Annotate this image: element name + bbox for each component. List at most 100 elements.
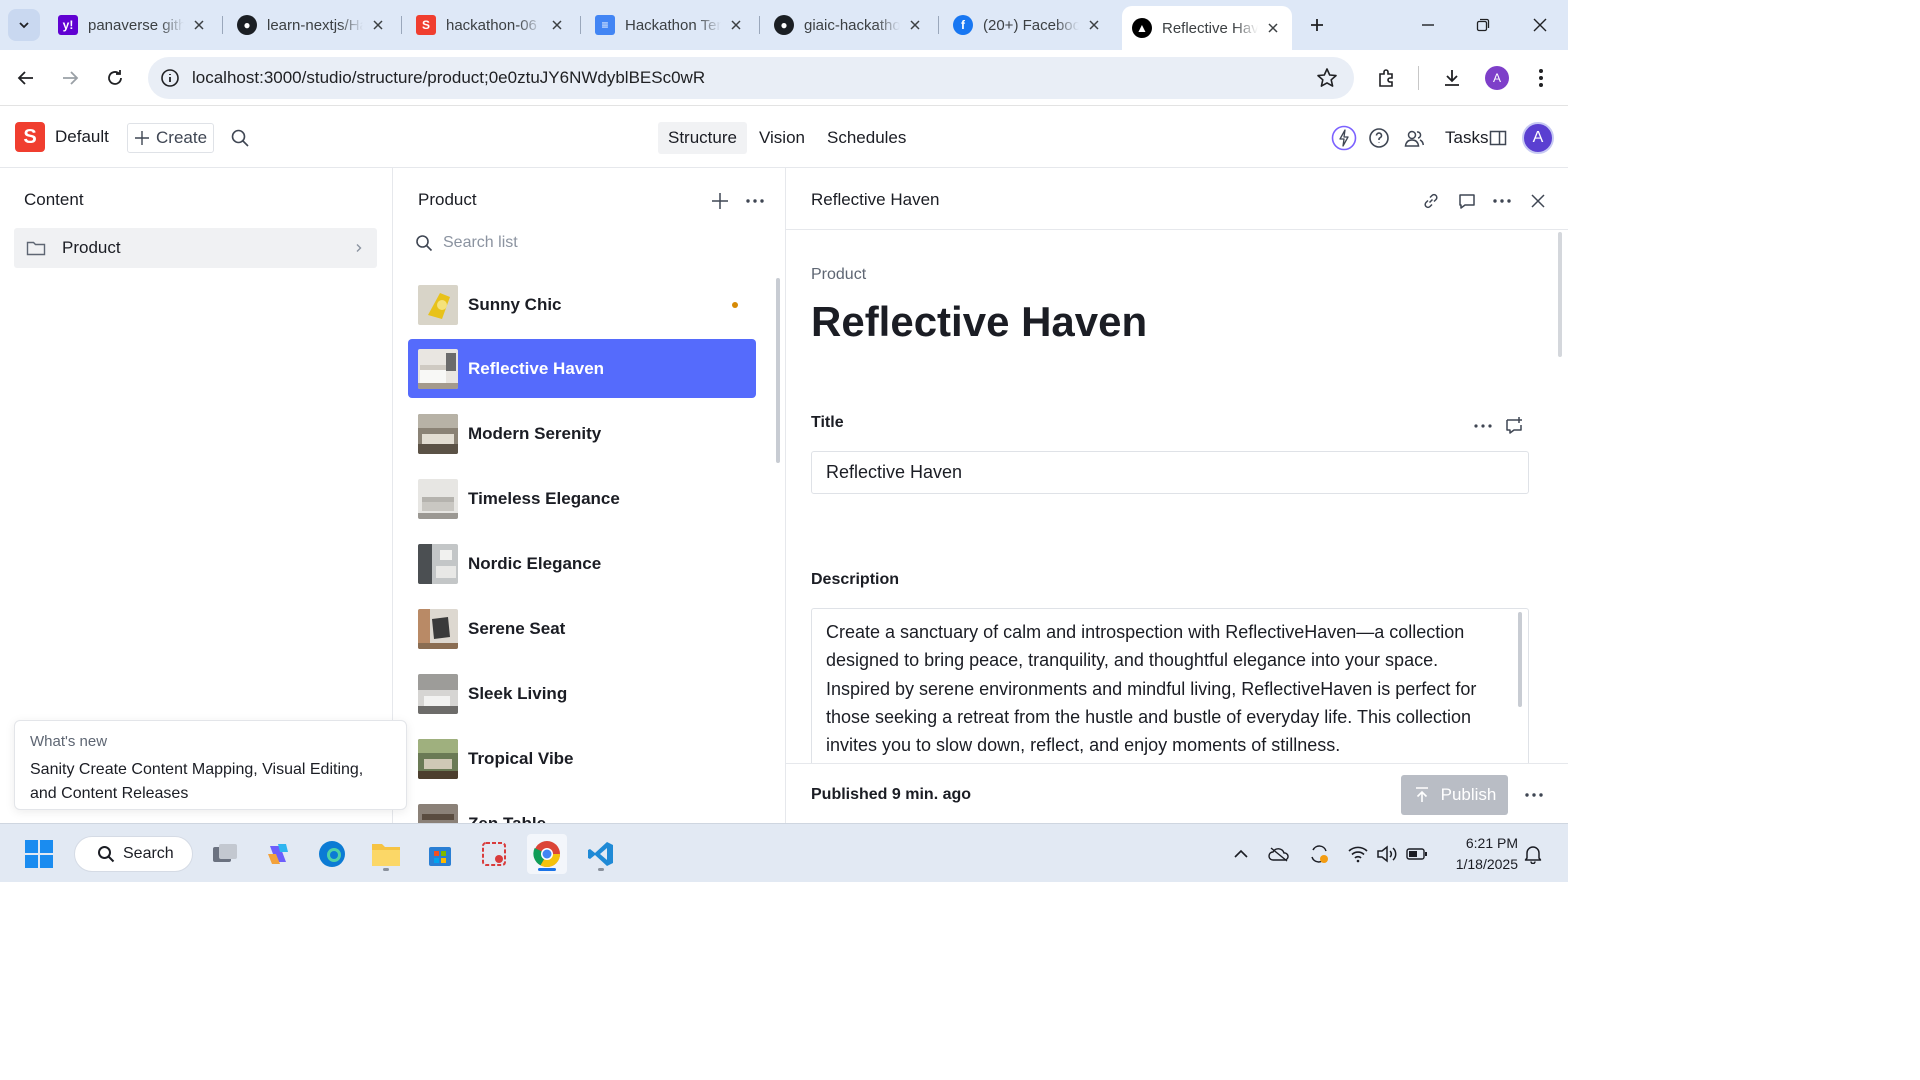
browser-tab[interactable]: f (20+) Facebook — [943, 6, 1113, 44]
docs-icon: ≡ — [595, 15, 615, 35]
new-tab-button[interactable] — [1303, 11, 1331, 39]
description-scrollbar[interactable] — [1518, 612, 1522, 707]
battery-tray[interactable] — [1405, 842, 1429, 866]
reload-button[interactable] — [99, 62, 131, 94]
extensions-button[interactable] — [1371, 62, 1403, 94]
help-circle-icon — [1369, 128, 1389, 148]
chrome-app[interactable] — [527, 834, 567, 874]
onedrive-tray[interactable] — [1267, 842, 1291, 866]
search-icon — [98, 846, 115, 863]
taskbar-search[interactable]: Search — [74, 836, 193, 872]
tab-vision[interactable]: Vision — [749, 122, 815, 154]
browser-tab[interactable]: ● learn-nextjs/Hackathon — [227, 6, 397, 44]
browser-tab[interactable]: y! panaverse github — [48, 6, 218, 44]
close-tab-icon[interactable] — [548, 16, 566, 34]
tab-title: hackathon-06 — [446, 16, 537, 34]
downloads-button[interactable] — [1436, 62, 1468, 94]
title-input[interactable]: Reflective Haven — [811, 451, 1529, 494]
list-item[interactable]: Modern Serenity — [408, 404, 756, 463]
document-scrollbar[interactable] — [1558, 232, 1562, 357]
search-button[interactable] — [230, 128, 250, 148]
footer-menu-button[interactable] — [1521, 782, 1547, 808]
help-button[interactable] — [1366, 125, 1392, 151]
create-product-button[interactable] — [707, 188, 733, 214]
wifi-tray[interactable] — [1346, 842, 1370, 866]
studio-header: S Default Create Structure Vision Schedu… — [0, 107, 1568, 168]
forward-button[interactable] — [54, 62, 86, 94]
document-menu-button[interactable] — [1489, 188, 1515, 214]
tab-search-button[interactable] — [8, 9, 40, 41]
tasks-button[interactable]: Tasks — [1445, 128, 1488, 148]
close-window-button[interactable] — [1517, 8, 1563, 42]
list-item[interactable]: Sunny Chic — [408, 275, 756, 334]
tab-structure[interactable]: Structure — [658, 122, 747, 154]
user-avatar[interactable]: A — [1522, 122, 1554, 154]
list-item[interactable]: Serene Seat — [408, 599, 756, 658]
list-item-selected[interactable]: Reflective Haven — [408, 339, 756, 398]
list-item[interactable]: Tropical Vibe — [408, 729, 756, 788]
create-button[interactable]: Create — [127, 123, 214, 153]
sync-tray[interactable] — [1307, 842, 1331, 866]
workspace-name[interactable]: Default — [55, 127, 109, 147]
close-tab-icon[interactable] — [906, 16, 924, 34]
list-item[interactable]: Timeless Elegance — [408, 469, 756, 528]
notifications-button[interactable] — [1521, 842, 1545, 866]
bolt-icon — [1331, 125, 1357, 151]
site-info-icon[interactable] — [160, 68, 180, 88]
snipping-tool-app[interactable] — [474, 834, 514, 874]
start-button[interactable] — [19, 834, 59, 874]
copilot-button[interactable] — [258, 834, 298, 874]
list-item-label: Modern Serenity — [468, 423, 602, 443]
volume-tray[interactable] — [1375, 842, 1399, 866]
publish-button[interactable]: Publish — [1401, 775, 1508, 815]
tab-title: (20+) Facebook — [983, 16, 1079, 34]
toggle-sidebar-button[interactable] — [1485, 125, 1511, 151]
folder-icon — [26, 241, 46, 256]
file-explorer-app[interactable] — [366, 834, 406, 874]
close-tab-icon[interactable] — [369, 16, 387, 34]
bookmark-star-icon[interactable] — [1316, 67, 1338, 89]
copy-link-button[interactable] — [1418, 188, 1444, 214]
close-tab-icon[interactable] — [727, 16, 745, 34]
list-item[interactable]: Sleek Living — [408, 664, 756, 723]
restore-button[interactable] — [1460, 8, 1506, 42]
changed-indicator — [732, 302, 738, 308]
back-button[interactable] — [10, 62, 42, 94]
tab-schedules[interactable]: Schedules — [817, 122, 916, 154]
whats-new-card[interactable]: What's new Sanity Create Content Mapping… — [14, 720, 407, 810]
close-icon — [1531, 194, 1545, 208]
field-actions-button[interactable] — [1471, 414, 1495, 438]
address-bar[interactable]: localhost:3000/studio/structure/product;… — [148, 57, 1354, 99]
close-tab-icon[interactable] — [1264, 19, 1282, 37]
vscode-app[interactable] — [581, 834, 621, 874]
sanity-logo[interactable]: S — [15, 122, 45, 152]
list-search-input[interactable]: Search list — [415, 234, 518, 252]
show-hidden-icons-button[interactable] — [1229, 842, 1253, 866]
browser-tab[interactable]: ≡ Hackathon Template — [585, 6, 755, 44]
browser-tab-active[interactable]: ▲ Reflective Haven — [1122, 6, 1292, 50]
minimize-button[interactable] — [1405, 8, 1451, 42]
ai-assist-button[interactable] — [1331, 125, 1357, 151]
product-thumbnail — [418, 803, 458, 823]
plus-icon — [712, 193, 728, 209]
close-tab-icon[interactable] — [1085, 16, 1103, 34]
content-item-product[interactable]: Product — [14, 228, 377, 268]
task-view-button[interactable] — [205, 834, 245, 874]
browser-tab[interactable]: S hackathon-06 — [406, 6, 576, 44]
chrome-menu-button[interactable] — [1525, 62, 1557, 94]
list-item[interactable]: Zen Table — [408, 794, 756, 823]
description-textarea[interactable]: Create a sanctuary of calm and introspec… — [811, 608, 1529, 778]
list-scrollbar[interactable] — [776, 278, 780, 463]
list-item[interactable]: Nordic Elegance — [408, 534, 756, 593]
taskbar-clock[interactable]: 6:21 PM 1/18/2025 — [1444, 833, 1518, 875]
edge-app[interactable] — [312, 834, 352, 874]
add-comment-button[interactable] — [1502, 414, 1526, 438]
comments-button[interactable] — [1454, 188, 1480, 214]
browser-tab[interactable]: ● giaic-hackathon — [764, 6, 934, 44]
close-pane-button[interactable] — [1525, 188, 1551, 214]
store-app[interactable] — [420, 834, 460, 874]
presence-button[interactable] — [1401, 125, 1427, 151]
close-tab-icon[interactable] — [190, 16, 208, 34]
profile-button[interactable]: A — [1481, 62, 1513, 94]
list-menu-button[interactable] — [742, 188, 768, 214]
